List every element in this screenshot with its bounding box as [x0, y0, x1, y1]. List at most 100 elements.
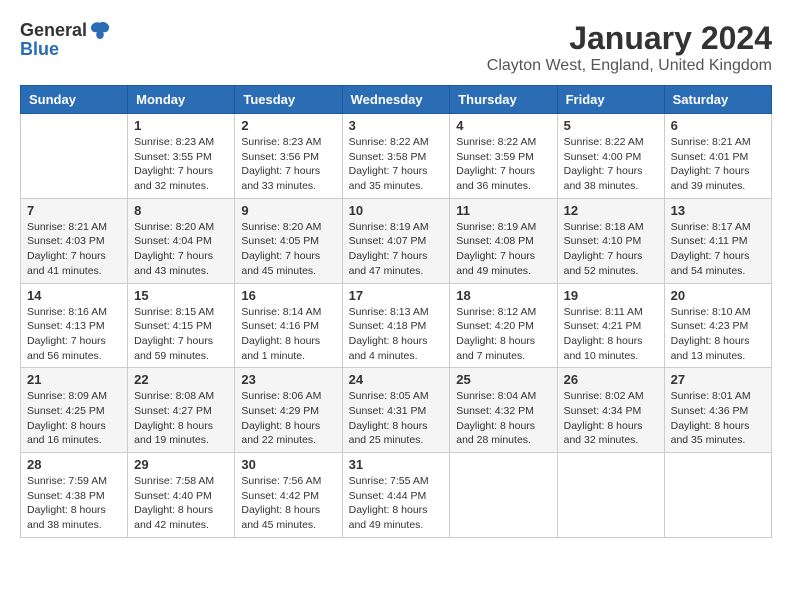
day-number: 26 [564, 372, 658, 387]
week-row-5: 28 Sunrise: 7:59 AM Sunset: 4:38 PM Dayli… [21, 453, 772, 538]
day-number: 1 [134, 118, 228, 133]
calendar-cell: 15Sunrise: 8:15 AM Sunset: 4:15 PM Dayli… [128, 283, 235, 368]
day-number: 12 [564, 203, 658, 218]
cell-content: Sunrise: 8:21 AM Sunset: 4:01 PM Dayligh… [671, 135, 765, 194]
calendar-cell: 16Sunrise: 8:14 AM Sunset: 4:16 PM Dayli… [235, 283, 342, 368]
day-number: 11 [456, 203, 550, 218]
calendar-cell: 4Sunrise: 8:22 AM Sunset: 3:59 PM Daylig… [450, 114, 557, 199]
calendar-cell: 14 Sunrise: 8:16 AM Sunset: 4:13 PM Dayli… [21, 283, 128, 368]
weekday-header-sunday: Sunday [21, 86, 128, 114]
logo-general-text: General [20, 20, 87, 41]
cell-content: Sunrise: 8:12 AM Sunset: 4:20 PM Dayligh… [456, 305, 550, 364]
calendar-cell: 21 Sunrise: 8:09 AM Sunset: 4:25 PM Dayli… [21, 368, 128, 453]
cell-content: Sunrise: 8:04 AM Sunset: 4:32 PM Dayligh… [456, 389, 550, 448]
weekday-header-thursday: Thursday [450, 86, 557, 114]
day-number: 3 [349, 118, 444, 133]
cell-content: Sunrise: 8:11 AM Sunset: 4:21 PM Dayligh… [564, 305, 658, 364]
calendar-cell: 28 Sunrise: 7:59 AM Sunset: 4:38 PM Dayli… [21, 453, 128, 538]
calendar-cell: 10Sunrise: 8:19 AM Sunset: 4:07 PM Dayli… [342, 198, 450, 283]
weekday-header-wednesday: Wednesday [342, 86, 450, 114]
calendar-cell [21, 114, 128, 199]
cell-content: Sunrise: 8:23 AM Sunset: 3:55 PM Dayligh… [134, 135, 228, 194]
cell-content: Sunrise: 7:56 AM Sunset: 4:42 PM Dayligh… [241, 474, 335, 533]
calendar-cell [664, 453, 771, 538]
day-number: 24 [349, 372, 444, 387]
calendar-cell: 26 Sunrise: 8:02 AM Sunset: 4:34 PM Dayli… [557, 368, 664, 453]
day-number: 18 [456, 288, 550, 303]
title-area: January 2024 Clayton West, England, Unit… [487, 20, 772, 75]
day-number: 2 [241, 118, 335, 133]
calendar-cell: 2Sunrise: 8:23 AM Sunset: 3:56 PM Daylig… [235, 114, 342, 199]
calendar-cell: 29 Sunrise: 7:58 AM Sunset: 4:40 PM Dayli… [128, 453, 235, 538]
day-number: 9 [241, 203, 335, 218]
weekday-header-row: SundayMondayTuesdayWednesdayThursdayFrid… [21, 86, 772, 114]
week-row-1: 1 Sunrise: 8:23 AM Sunset: 3:55 PM Daylig… [21, 114, 772, 199]
calendar-cell: 22 Sunrise: 8:08 AM Sunset: 4:27 PM Dayli… [128, 368, 235, 453]
calendar-cell: 8Sunrise: 8:20 AM Sunset: 4:04 PM Daylig… [128, 198, 235, 283]
calendar-cell: 1 Sunrise: 8:23 AM Sunset: 3:55 PM Daylig… [128, 114, 235, 199]
calendar-cell: 30 Sunrise: 7:56 AM Sunset: 4:42 PM Dayli… [235, 453, 342, 538]
calendar-cell: 3 Sunrise: 8:22 AM Sunset: 3:58 PM Daylig… [342, 114, 450, 199]
cell-content: Sunrise: 8:01 AM Sunset: 4:36 PM Dayligh… [671, 389, 765, 448]
calendar-cell: 23 Sunrise: 8:06 AM Sunset: 4:29 PM Dayli… [235, 368, 342, 453]
cell-content: Sunrise: 8:20 AM Sunset: 4:04 PM Dayligh… [134, 220, 228, 279]
weekday-header-monday: Monday [128, 86, 235, 114]
cell-content: Sunrise: 8:20 AM Sunset: 4:05 PM Dayligh… [241, 220, 335, 279]
cell-content: Sunrise: 8:08 AM Sunset: 4:27 PM Dayligh… [134, 389, 228, 448]
cell-content: Sunrise: 8:05 AM Sunset: 4:31 PM Dayligh… [349, 389, 444, 448]
logo-blue-text: Blue [20, 39, 59, 60]
cell-content: Sunrise: 8:10 AM Sunset: 4:23 PM Dayligh… [671, 305, 765, 364]
calendar-cell: 25 Sunrise: 8:04 AM Sunset: 4:32 PM Dayli… [450, 368, 557, 453]
cell-content: Sunrise: 8:22 AM Sunset: 4:00 PM Dayligh… [564, 135, 658, 194]
cell-content: Sunrise: 8:06 AM Sunset: 4:29 PM Dayligh… [241, 389, 335, 448]
day-number: 14 [27, 288, 121, 303]
day-number: 30 [241, 457, 335, 472]
day-number: 15 [134, 288, 228, 303]
calendar-cell: 18 Sunrise: 8:12 AM Sunset: 4:20 PM Dayli… [450, 283, 557, 368]
cell-content: Sunrise: 7:59 AM Sunset: 4:38 PM Dayligh… [27, 474, 121, 533]
day-number: 21 [27, 372, 121, 387]
day-number: 25 [456, 372, 550, 387]
cell-content: Sunrise: 8:22 AM Sunset: 3:59 PM Dayligh… [456, 135, 550, 194]
weekday-header-friday: Friday [557, 86, 664, 114]
day-number: 20 [671, 288, 765, 303]
day-number: 23 [241, 372, 335, 387]
calendar-cell: 11 Sunrise: 8:19 AM Sunset: 4:08 PM Dayli… [450, 198, 557, 283]
cell-content: Sunrise: 7:58 AM Sunset: 4:40 PM Dayligh… [134, 474, 228, 533]
calendar-cell: 19 Sunrise: 8:11 AM Sunset: 4:21 PM Dayli… [557, 283, 664, 368]
calendar-cell [450, 453, 557, 538]
cell-content: Sunrise: 8:17 AM Sunset: 4:11 PM Dayligh… [671, 220, 765, 279]
week-row-2: 7 Sunrise: 8:21 AM Sunset: 4:03 PM Daylig… [21, 198, 772, 283]
day-number: 5 [564, 118, 658, 133]
calendar-cell: 20 Sunrise: 8:10 AM Sunset: 4:23 PM Dayli… [664, 283, 771, 368]
calendar-cell [557, 453, 664, 538]
calendar-cell: 12 Sunrise: 8:18 AM Sunset: 4:10 PM Dayli… [557, 198, 664, 283]
logo: General Blue [20, 20, 111, 60]
weekday-header-tuesday: Tuesday [235, 86, 342, 114]
cell-content: Sunrise: 8:19 AM Sunset: 4:08 PM Dayligh… [456, 220, 550, 279]
day-number: 28 [27, 457, 121, 472]
week-row-3: 14 Sunrise: 8:16 AM Sunset: 4:13 PM Dayli… [21, 283, 772, 368]
cell-content: Sunrise: 8:13 AM Sunset: 4:18 PM Dayligh… [349, 305, 444, 364]
calendar-cell: 9 Sunrise: 8:20 AM Sunset: 4:05 PM Daylig… [235, 198, 342, 283]
day-number: 6 [671, 118, 765, 133]
cell-content: Sunrise: 8:02 AM Sunset: 4:34 PM Dayligh… [564, 389, 658, 448]
calendar-subtitle: Clayton West, England, United Kingdom [487, 57, 772, 75]
cell-content: Sunrise: 8:22 AM Sunset: 3:58 PM Dayligh… [349, 135, 444, 194]
day-number: 31 [349, 457, 444, 472]
calendar-title: January 2024 [487, 20, 772, 57]
day-number: 19 [564, 288, 658, 303]
cell-content: Sunrise: 8:09 AM Sunset: 4:25 PM Dayligh… [27, 389, 121, 448]
cell-content: Sunrise: 8:21 AM Sunset: 4:03 PM Dayligh… [27, 220, 121, 279]
day-number: 29 [134, 457, 228, 472]
cell-content: Sunrise: 8:18 AM Sunset: 4:10 PM Dayligh… [564, 220, 658, 279]
day-number: 7 [27, 203, 121, 218]
day-number: 27 [671, 372, 765, 387]
day-number: 22 [134, 372, 228, 387]
calendar-cell: 13Sunrise: 8:17 AM Sunset: 4:11 PM Dayli… [664, 198, 771, 283]
cell-content: Sunrise: 8:16 AM Sunset: 4:13 PM Dayligh… [27, 305, 121, 364]
calendar-cell: 5 Sunrise: 8:22 AM Sunset: 4:00 PM Daylig… [557, 114, 664, 199]
calendar-cell: 7 Sunrise: 8:21 AM Sunset: 4:03 PM Daylig… [21, 198, 128, 283]
cell-content: Sunrise: 8:19 AM Sunset: 4:07 PM Dayligh… [349, 220, 444, 279]
cell-content: Sunrise: 8:14 AM Sunset: 4:16 PM Dayligh… [241, 305, 335, 364]
